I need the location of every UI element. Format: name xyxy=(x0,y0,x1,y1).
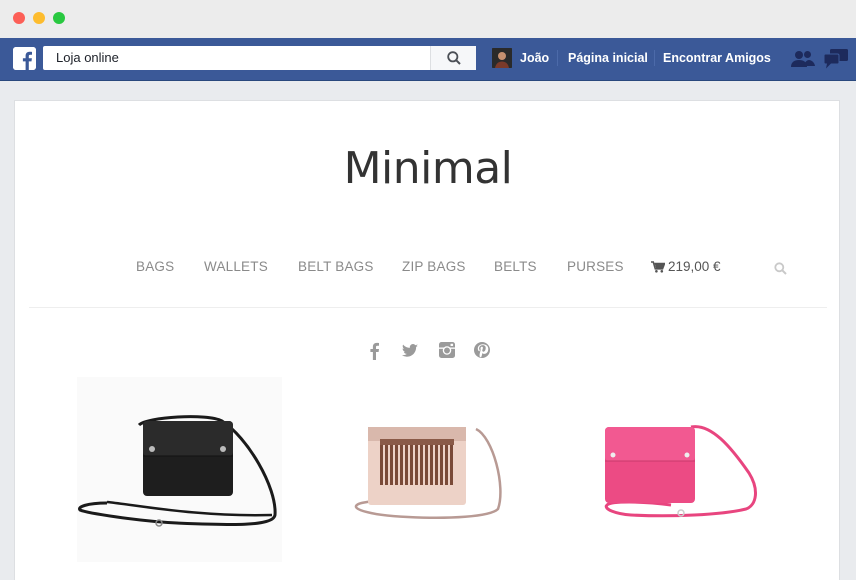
close-window-button[interactable] xyxy=(13,12,25,24)
nav-item-zip-bags[interactable]: ZIP BAGS xyxy=(402,259,466,274)
nav-item-purses[interactable]: PURSES xyxy=(567,259,624,274)
window-titlebar xyxy=(0,0,856,38)
facebook-profile-link[interactable]: João xyxy=(492,48,549,68)
divider xyxy=(654,50,655,66)
minimize-window-button[interactable] xyxy=(33,12,45,24)
maximize-window-button[interactable] xyxy=(53,12,65,24)
divider xyxy=(557,50,558,66)
black-bag-image xyxy=(77,377,282,562)
facebook-header: João Página inicial Encontrar Amigos xyxy=(0,38,856,81)
instagram-icon[interactable] xyxy=(439,342,455,358)
cart-icon xyxy=(651,260,665,273)
product-card-beige-fringe-bag[interactable] xyxy=(328,377,528,562)
divider xyxy=(29,307,827,308)
cart-link[interactable]: 219,00 € xyxy=(651,259,721,274)
facebook-search-box xyxy=(43,46,476,70)
product-card-pink-bag[interactable] xyxy=(581,377,781,562)
site-title-text: Minimal xyxy=(343,143,513,194)
store-page: Minimal BAGS WALLETS BELT BAGS ZIP BAGS … xyxy=(14,100,840,580)
product-card-black-bag[interactable] xyxy=(77,377,282,562)
nav-item-belts[interactable]: BELTS xyxy=(494,259,537,274)
pinterest-icon[interactable] xyxy=(474,342,490,358)
profile-name: João xyxy=(520,51,550,65)
pink-bag-image xyxy=(581,377,781,562)
home-link[interactable]: Página inicial xyxy=(568,48,648,68)
cart-total: 219,00 € xyxy=(668,259,721,274)
facebook-search-input[interactable] xyxy=(43,46,428,70)
nav-item-wallets[interactable]: WALLETS xyxy=(204,259,268,274)
messages-icon[interactable] xyxy=(824,49,848,69)
find-friends-link[interactable]: Encontrar Amigos xyxy=(663,48,771,68)
nav-item-belt-bags[interactable]: BELT BAGS xyxy=(298,259,374,274)
facebook-icon[interactable] xyxy=(368,342,380,360)
search-icon[interactable] xyxy=(774,262,787,275)
facebook-search-button[interactable] xyxy=(430,46,476,70)
avatar xyxy=(492,48,512,68)
friend-requests-icon[interactable] xyxy=(791,50,815,68)
nav-item-bags[interactable]: BAGS xyxy=(136,259,174,274)
site-title[interactable]: Minimal xyxy=(15,143,841,194)
beige-fringe-bag-image xyxy=(328,377,528,562)
facebook-logo-icon[interactable] xyxy=(13,47,36,70)
twitter-icon[interactable] xyxy=(402,344,418,358)
search-icon xyxy=(446,51,461,65)
